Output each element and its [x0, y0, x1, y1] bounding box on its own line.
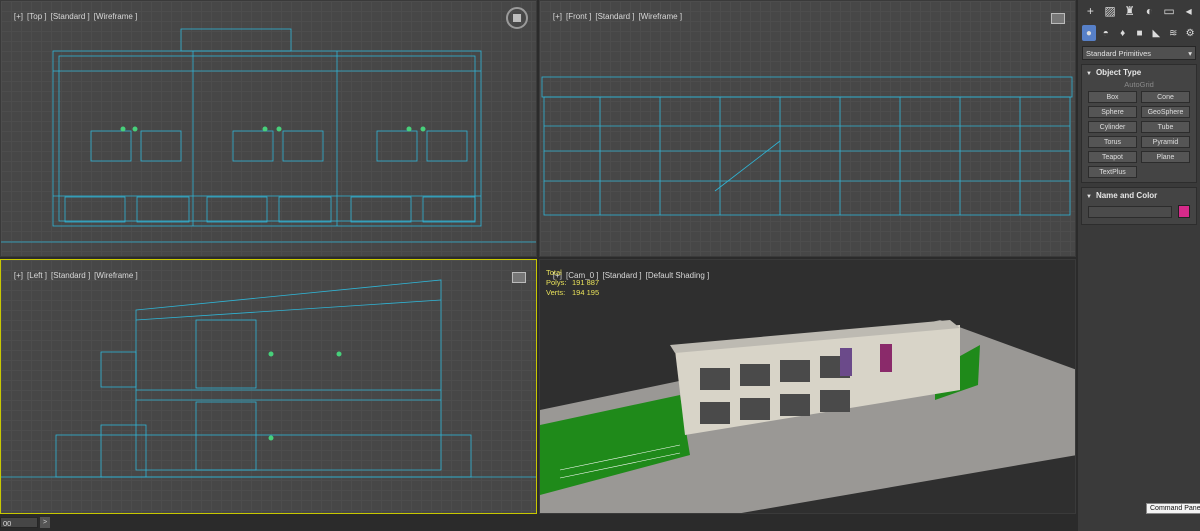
timeline-bar: 00 >: [0, 515, 1078, 531]
camera-shaded-render: [540, 320, 1075, 513]
scene-statistics: Total Polys: 191 887 Verts: 194 195: [546, 268, 599, 298]
hierarchy-icon[interactable]: ♜: [1121, 3, 1138, 19]
motion-icon[interactable]: ◐: [1141, 3, 1158, 19]
sphere-button[interactable]: Sphere: [1088, 106, 1137, 118]
spacewarps-icon[interactable]: ≋: [1166, 25, 1180, 41]
helpers-icon[interactable]: ◣: [1149, 25, 1163, 41]
cameras-icon[interactable]: ■: [1133, 25, 1147, 41]
viewport-preview-icon[interactable]: [1051, 13, 1065, 24]
viewport-label-front[interactable]: [+] [Front ] [Standard ] [Wireframe ]: [544, 3, 686, 30]
geosphere-button[interactable]: GeoSphere: [1141, 106, 1190, 118]
object-type-header[interactable]: ▼ Object Type: [1082, 65, 1196, 80]
command-panel-tabs: + ▨ ♜ ◐ ▭ ◂: [1078, 0, 1200, 22]
name-and-color-rollout: ▼ Name and Color: [1081, 187, 1197, 225]
geometry-icon[interactable]: ●: [1082, 25, 1096, 41]
viewport-label-left[interactable]: [+] [Left ] [Standard ] [Wireframe ]: [5, 262, 142, 289]
cylinder-button[interactable]: Cylinder: [1088, 121, 1137, 133]
collapse-icon: ▼: [1086, 194, 1092, 200]
command-panel: + ▨ ♜ ◐ ▭ ◂ ● ◓ ♦ ■ ◣ ≋ ⚙ Standard Primi…: [1078, 0, 1200, 531]
stats-polys-value: 191 887: [572, 278, 600, 287]
modify-icon[interactable]: ▨: [1102, 3, 1119, 19]
top-wireframe-drawing: [1, 28, 536, 243]
display-icon[interactable]: ▭: [1161, 3, 1178, 19]
frame-field[interactable]: 00: [0, 517, 38, 528]
viewport-left[interactable]: [+] [Left ] [Standard ] [Wireframe ]: [0, 259, 537, 514]
tube-button[interactable]: Tube: [1141, 121, 1190, 133]
chevron-down-icon: ▾: [1188, 48, 1192, 58]
pyramid-button[interactable]: Pyramid: [1141, 136, 1190, 148]
plane-button[interactable]: Plane: [1141, 151, 1190, 163]
create-categories: ● ◓ ♦ ■ ◣ ≋ ⚙: [1078, 22, 1200, 44]
teapot-button[interactable]: Teapot: [1088, 151, 1137, 163]
stats-title: Total: [546, 268, 562, 277]
name-and-color-header[interactable]: ▼ Name and Color: [1082, 188, 1196, 203]
category-dropdown-value: Standard Primitives: [1086, 48, 1152, 58]
object-type-rollout: ▼ Object Type AutoGrid Box Cone Sphere Ge…: [1081, 64, 1197, 183]
primitive-buttons: Box Cone Sphere GeoSphere Cylinder Tube …: [1082, 91, 1196, 178]
box-button[interactable]: Box: [1088, 91, 1137, 103]
viewcube-icon[interactable]: [506, 7, 528, 29]
category-dropdown[interactable]: Standard Primitives ▾: [1082, 46, 1196, 60]
stats-verts-value: 194 195: [572, 288, 600, 297]
stats-polys-label: Polys:: [546, 278, 567, 287]
textplus-button[interactable]: TextPlus: [1088, 166, 1137, 178]
cone-button[interactable]: Cone: [1141, 91, 1190, 103]
systems-icon[interactable]: ⚙: [1183, 25, 1197, 41]
shapes-icon[interactable]: ◓: [1099, 25, 1113, 41]
viewport-label-top[interactable]: [+] [Top ] [Standard ] [Wireframe ]: [5, 3, 141, 30]
lights-icon[interactable]: ♦: [1116, 25, 1130, 41]
stats-verts-label: Verts:: [546, 288, 566, 297]
viewport-top[interactable]: [+] [Top ] [Standard ] [Wireframe ]: [0, 0, 537, 257]
object-name-input[interactable]: [1088, 205, 1172, 218]
next-frame-icon[interactable]: >: [40, 517, 50, 528]
viewport-preview-icon[interactable]: [512, 272, 526, 283]
autogrid-checkbox[interactable]: AutoGrid: [1082, 80, 1196, 89]
utilities-icon[interactable]: ◂: [1180, 3, 1197, 19]
create-icon[interactable]: +: [1082, 3, 1099, 19]
collapse-icon: ▼: [1086, 71, 1092, 77]
left-wireframe-drawing: [1, 279, 536, 478]
torus-button[interactable]: Torus: [1088, 136, 1137, 148]
front-wireframe-drawing: [541, 76, 1073, 216]
object-color-swatch[interactable]: [1178, 205, 1190, 218]
viewport-camera[interactable]: [+] [Cam_0 ] [Standard ] [Default Shading ]…: [539, 259, 1076, 514]
viewport-front[interactable]: [+] [Front ] [Standard ] [Wireframe ]: [539, 0, 1076, 257]
tooltip: Command Panel: [1146, 503, 1200, 514]
